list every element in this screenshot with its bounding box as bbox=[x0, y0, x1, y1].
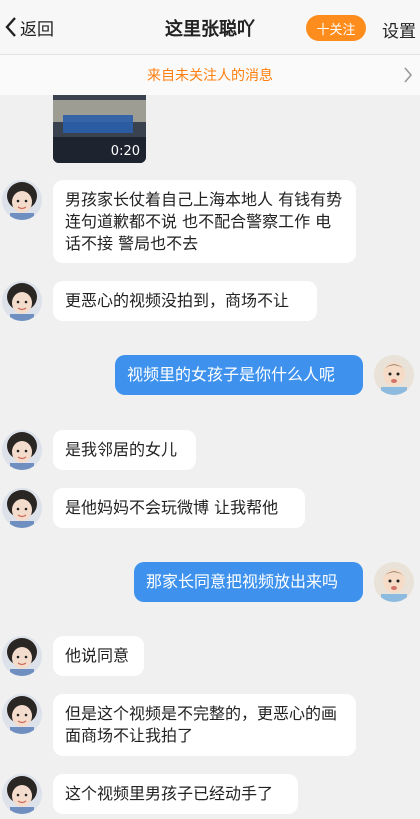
message-bubble-outgoing[interactable]: 视频里的女孩子是你什么人呢 bbox=[115, 355, 363, 395]
message-bubble-outgoing[interactable]: 那家长同意把视频放出来吗 bbox=[134, 562, 363, 602]
sender-avatar[interactable] bbox=[2, 488, 42, 528]
girl-avatar-icon bbox=[2, 430, 42, 470]
sender-avatar[interactable] bbox=[2, 774, 42, 814]
message-text: 视频里的女孩子是你什么人呢 bbox=[127, 365, 336, 384]
message-text: 那家长同意把视频放出来吗 bbox=[146, 572, 339, 591]
message-text: 他说同意 bbox=[65, 646, 130, 665]
message-text: 这个视频里男孩子已经动手了 bbox=[65, 784, 274, 803]
message-bubble-incoming[interactable]: 更恶心的视频没拍到，商场不让 bbox=[53, 281, 317, 321]
girl-avatar-icon bbox=[2, 694, 42, 734]
top-bar: 返回 这里张聪吖 十关注 设置 bbox=[0, 0, 420, 55]
notice-text: 来自未关注人的消息 bbox=[147, 68, 273, 84]
message-text: 男孩家长仗着自己上海本地人 有钱有势连句道歉都不说 也不配合警察工作 电话不接 … bbox=[65, 190, 343, 253]
message-text: 更恶心的视频没拍到，商场不让 bbox=[65, 291, 290, 310]
video-duration: 0:20 bbox=[110, 144, 140, 159]
settings-button[interactable]: 设置 bbox=[382, 17, 416, 42]
girl-avatar-icon bbox=[2, 636, 42, 676]
message-bubble-incoming[interactable]: 是他妈妈不会玩微博 让我帮他 bbox=[53, 488, 305, 528]
sender-avatar[interactable] bbox=[2, 694, 42, 734]
girl-avatar-icon bbox=[2, 488, 42, 528]
sender-avatar[interactable] bbox=[2, 430, 42, 470]
video-frame-detail bbox=[63, 115, 133, 133]
message-bubble-incoming[interactable]: 他说同意 bbox=[53, 636, 144, 676]
baby-avatar-icon bbox=[374, 355, 414, 395]
message-text: 但是这个视频是不完整的，更恶心的画面商场不让我拍了 bbox=[65, 704, 338, 745]
sender-avatar[interactable] bbox=[2, 180, 42, 220]
girl-avatar-icon bbox=[2, 281, 42, 321]
message-bubble-incoming[interactable]: 这个视频里男孩子已经动手了 bbox=[53, 774, 298, 814]
chevron-right-icon bbox=[404, 67, 413, 83]
stranger-message-notice[interactable]: 来自未关注人的消息 bbox=[0, 55, 420, 95]
message-text: 是我邻居的女儿 bbox=[65, 440, 178, 459]
follow-button[interactable]: 十关注 bbox=[306, 15, 366, 41]
girl-avatar-icon bbox=[2, 774, 42, 814]
sender-avatar[interactable] bbox=[2, 636, 42, 676]
girl-avatar-icon bbox=[2, 180, 42, 220]
baby-avatar-icon bbox=[374, 562, 414, 602]
sender-avatar[interactable] bbox=[2, 281, 42, 321]
message-bubble-incoming[interactable]: 是我邻居的女儿 bbox=[53, 430, 196, 470]
message-text: 是他妈妈不会玩微博 让我帮他 bbox=[65, 498, 279, 517]
own-avatar[interactable] bbox=[374, 355, 414, 395]
message-bubble-incoming[interactable]: 但是这个视频是不完整的，更恶心的画面商场不让我拍了 bbox=[53, 694, 356, 756]
own-avatar[interactable] bbox=[374, 562, 414, 602]
message-bubble-incoming[interactable]: 男孩家长仗着自己上海本地人 有钱有势连句道歉都不说 也不配合警察工作 电话不接 … bbox=[53, 180, 356, 263]
